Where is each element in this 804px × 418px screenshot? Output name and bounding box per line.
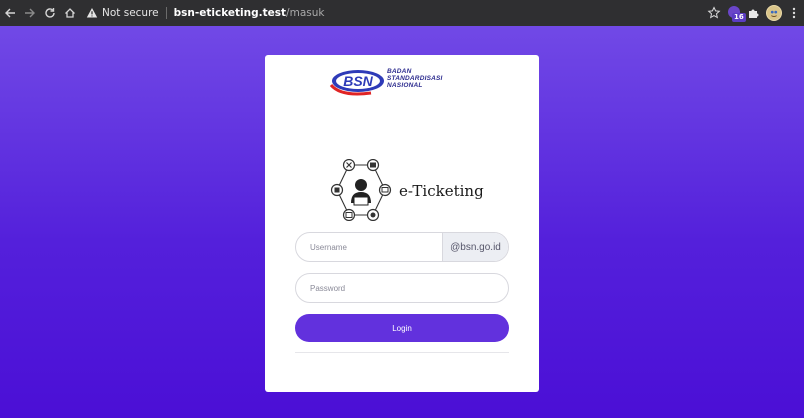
login-card: BSN BADAN STANDARDISASI NASIONAL e-Ticke… [265, 55, 539, 392]
warning-icon [86, 8, 98, 18]
bsn-emblem-icon: BSN [329, 70, 384, 96]
email-suffix: @bsn.go.id [442, 233, 508, 261]
bsn-logo: BSN BADAN STANDARDISASI NASIONAL [327, 67, 457, 97]
password-group [295, 273, 509, 303]
extension-icon[interactable]: 16 [724, 0, 746, 26]
menu-icon[interactable] [784, 0, 804, 26]
bsn-abbr: BSN [343, 73, 373, 89]
eticketing-logo: e-Ticketing [327, 158, 487, 222]
bsn-name-line2: STANDARDISASI [387, 75, 443, 82]
page-background: BSN BADAN STANDARDISASI NASIONAL e-Ticke… [0, 26, 804, 418]
url-path: /masuk [286, 7, 325, 19]
login-button[interactable]: Login [295, 314, 509, 342]
forward-icon[interactable] [20, 0, 40, 26]
address-bar[interactable]: Not secure bsn-eticketing.test/masuk [86, 3, 324, 23]
home-icon[interactable] [60, 0, 80, 26]
back-icon[interactable] [0, 0, 20, 26]
extension-badge: 16 [732, 13, 746, 22]
bsn-name: BADAN STANDARDISASI NASIONAL [387, 68, 443, 89]
app-name: e-Ticketing [399, 182, 484, 200]
browser-toolbar: Not secure bsn-eticketing.test/masuk 16 [0, 0, 804, 26]
profile-avatar[interactable] [764, 0, 784, 26]
password-input[interactable] [296, 274, 508, 302]
url-host: bsn-eticketing.test [173, 7, 287, 19]
url-separator [165, 7, 167, 19]
username-input[interactable] [296, 233, 442, 261]
divider [295, 352, 509, 353]
bsn-name-line3: NASIONAL [387, 82, 423, 89]
security-label: Not secure [102, 7, 159, 19]
reload-icon[interactable] [40, 0, 60, 26]
puzzle-icon[interactable] [744, 0, 764, 26]
username-group: @bsn.go.id [295, 232, 509, 262]
eticketing-emblem-icon [330, 158, 392, 222]
star-icon[interactable] [704, 0, 724, 26]
bsn-name-line1: BADAN [387, 68, 412, 75]
